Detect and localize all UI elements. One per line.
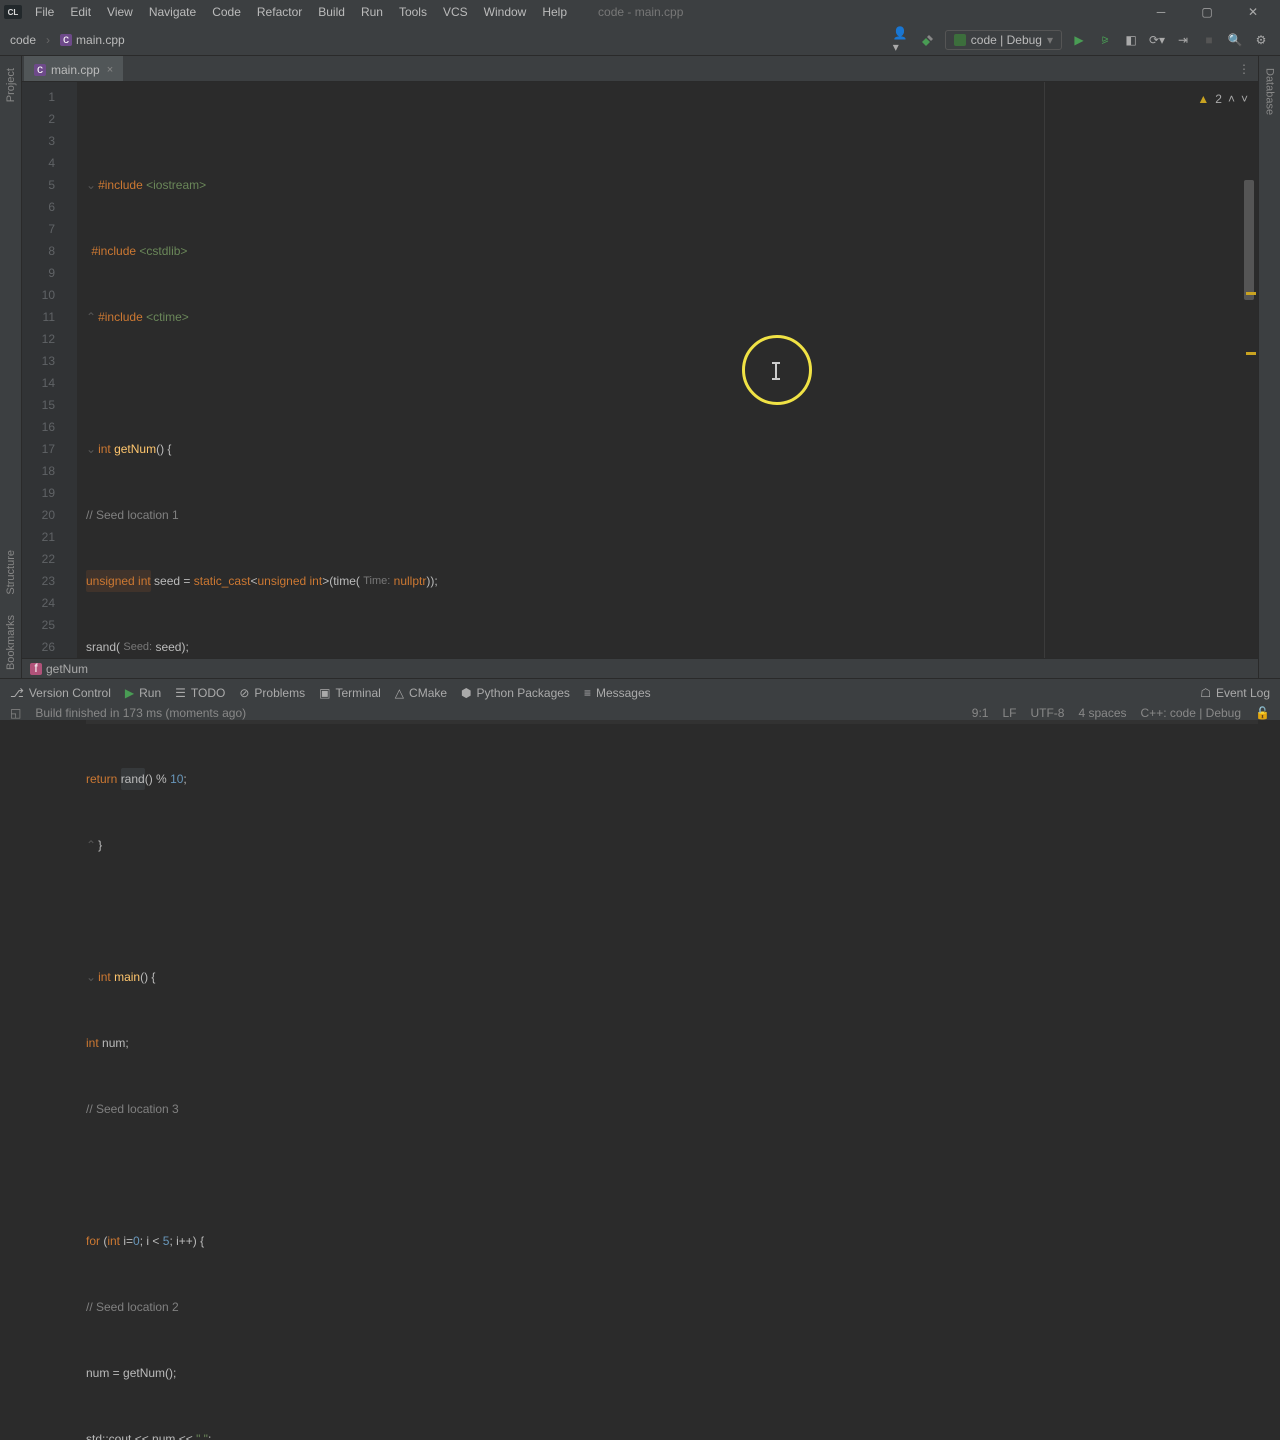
tool-problems[interactable]: ⊘Problems	[239, 686, 305, 700]
cpp-file-icon: c	[60, 34, 72, 46]
encoding[interactable]: UTF-8	[1030, 706, 1064, 720]
tool-messages[interactable]: ≡Messages	[584, 686, 651, 700]
inspection-widget[interactable]: ▲2 ˄ ˅	[1197, 88, 1248, 110]
left-tool-strip: Project Structure Bookmarks	[0, 56, 22, 692]
member-crumb[interactable]: f getNum	[22, 658, 1258, 678]
tool-vcs[interactable]: ⎇Version Control	[10, 686, 111, 700]
tool-python-packages[interactable]: ⬢Python Packages	[461, 686, 570, 700]
eventlog-icon: ☖	[1200, 686, 1211, 700]
menu-code[interactable]: Code	[205, 3, 248, 21]
menu-help[interactable]: Help	[535, 3, 574, 21]
warning-marker[interactable]	[1246, 292, 1256, 295]
editor-tabs: c main.cpp × ⋮	[22, 56, 1258, 82]
close-button[interactable]: ✕	[1230, 0, 1276, 24]
tool-cmake[interactable]: △CMake	[395, 686, 447, 700]
close-tab-icon[interactable]: ×	[107, 64, 113, 76]
next-highlight-icon[interactable]: ˅	[1241, 88, 1248, 110]
tab-main-cpp[interactable]: c main.cpp ×	[24, 56, 123, 81]
python-icon: ⬢	[461, 686, 471, 700]
coverage-icon[interactable]: ◧	[1122, 31, 1140, 49]
menu-file[interactable]: File	[28, 3, 61, 21]
user-icon[interactable]: 👤▾	[893, 31, 911, 49]
play-icon: ▶	[125, 686, 134, 700]
svg-text:c: c	[37, 64, 43, 76]
prev-highlight-icon[interactable]: ˄	[1228, 88, 1235, 110]
tool-bookmarks[interactable]: Bookmarks	[5, 611, 17, 674]
context[interactable]: C++: code | Debug	[1141, 706, 1242, 720]
scrollbar-thumb[interactable]	[1244, 180, 1254, 300]
run-icon[interactable]: ▶	[1070, 31, 1088, 49]
caret-position[interactable]: 9:1	[972, 706, 989, 720]
tool-window-toggle-icon[interactable]: ◱	[10, 706, 21, 720]
messages-icon: ≡	[584, 686, 591, 700]
function-icon: f	[30, 663, 42, 675]
menu-edit[interactable]: Edit	[63, 3, 98, 21]
breadcrumb-file[interactable]: c main.cpp	[52, 31, 133, 49]
search-icon[interactable]: 🔍	[1226, 31, 1244, 49]
menu-navigate[interactable]: Navigate	[142, 3, 203, 21]
code-editor[interactable]: 123456789101112 13 141516171819202122232…	[22, 82, 1258, 664]
lock-icon[interactable]: 🔓	[1255, 706, 1270, 720]
gutter[interactable]: 123456789101112 13 141516171819202122232…	[22, 82, 78, 664]
maximize-button[interactable]: ▢	[1184, 0, 1230, 24]
stop-icon[interactable]: ■	[1200, 31, 1218, 49]
minimize-button[interactable]: ─	[1138, 0, 1184, 24]
titlebar: CL File Edit View Navigate Code Refactor…	[0, 0, 1280, 24]
cpp-file-icon: c	[34, 64, 46, 76]
profile-icon[interactable]: ⟳▾	[1148, 31, 1166, 49]
attach-icon[interactable]: ⇥	[1174, 31, 1192, 49]
nav-toolbar: code › c main.cpp 👤▾ code | Debug ▾ ▶ ⪩ …	[0, 24, 1280, 56]
build-icon[interactable]	[919, 31, 937, 49]
bottom-tool-bar: ⎇Version Control ▶Run ☰TODO ⊘Problems ▣T…	[0, 678, 1280, 706]
tool-terminal[interactable]: ▣Terminal	[319, 686, 381, 700]
more-tabs-icon[interactable]: ⋮	[1230, 56, 1258, 81]
menu-build[interactable]: Build	[311, 3, 352, 21]
run-config-selector[interactable]: code | Debug ▾	[945, 30, 1062, 50]
menu-refactor[interactable]: Refactor	[250, 3, 309, 21]
settings-icon[interactable]: ⚙	[1252, 31, 1270, 49]
svg-text:c: c	[63, 34, 69, 46]
warning-icon: ▲	[1197, 88, 1209, 110]
menu-vcs[interactable]: VCS	[436, 3, 475, 21]
right-margin-line	[1044, 82, 1045, 664]
main-menu: File Edit View Navigate Code Refactor Bu…	[28, 3, 574, 21]
tool-run[interactable]: ▶Run	[125, 686, 161, 700]
target-icon	[954, 34, 966, 46]
breadcrumb-project[interactable]: code	[0, 33, 46, 47]
menu-view[interactable]: View	[100, 3, 140, 21]
branch-icon: ⎇	[10, 686, 24, 700]
tool-database[interactable]: Database	[1264, 64, 1276, 119]
debug-icon[interactable]: ⪩	[1096, 31, 1114, 49]
menu-run[interactable]: Run	[354, 3, 390, 21]
window-title: code - main.cpp	[598, 5, 683, 19]
warning-marker[interactable]	[1246, 352, 1256, 355]
tool-project[interactable]: Project	[5, 64, 17, 106]
app-logo: CL	[4, 5, 22, 19]
menu-window[interactable]: Window	[477, 3, 534, 21]
todo-icon: ☰	[175, 686, 186, 700]
indent[interactable]: 4 spaces	[1078, 706, 1126, 720]
code-area[interactable]: ▲2 ˄ ˅ ⌄#include <iostream> #include <cs…	[78, 82, 1258, 664]
tool-todo[interactable]: ☰TODO	[175, 686, 225, 700]
right-tool-strip: Database	[1258, 56, 1280, 692]
text-cursor-icon	[775, 363, 777, 379]
tool-structure[interactable]: Structure	[5, 546, 17, 599]
line-separator[interactable]: LF	[1002, 706, 1016, 720]
status-bar: ◱ Build finished in 173 ms (moments ago)…	[0, 706, 1280, 720]
tool-event-log[interactable]: ☖Event Log	[1200, 686, 1270, 700]
status-message: Build finished in 173 ms (moments ago)	[35, 706, 246, 720]
terminal-icon: ▣	[319, 686, 330, 700]
menu-tools[interactable]: Tools	[392, 3, 434, 21]
problems-icon: ⊘	[239, 686, 249, 700]
editor-scrollbar[interactable]	[1242, 162, 1256, 662]
tab-label: main.cpp	[51, 63, 100, 77]
cmake-icon: △	[395, 686, 404, 700]
